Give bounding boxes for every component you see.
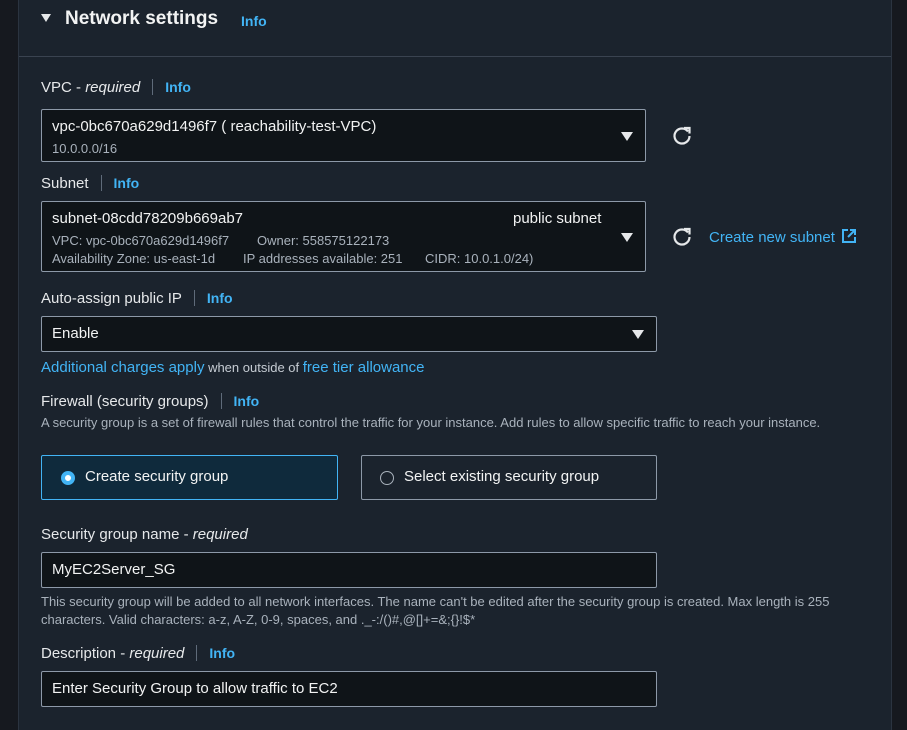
select-existing-security-group-label: Select existing security group	[404, 468, 600, 485]
firewall-info-link[interactable]: Info	[234, 393, 260, 409]
refresh-icon[interactable]	[671, 125, 693, 147]
subnet-info-link[interactable]: Info	[114, 175, 140, 191]
auto-ip-label-text: Auto-assign public IP	[41, 290, 182, 307]
subnet-cidr-line: CIDR: 10.0.1.0/24)	[425, 251, 534, 266]
select-existing-security-group-option[interactable]: Select existing security group	[361, 455, 657, 500]
divider	[196, 645, 198, 661]
dropdown-arrow-icon	[621, 132, 633, 141]
radio-button-icon[interactable]	[380, 471, 394, 485]
sg-name-required-text: required	[192, 526, 248, 543]
subnet-tag: public subnet	[513, 210, 602, 227]
section-header[interactable]: Network settings Info	[19, 0, 891, 57]
divider	[193, 290, 195, 306]
vpc-required-text: required	[85, 79, 141, 96]
subnet-vpc-line: VPC: vpc-0bc670a629d1496f7	[52, 233, 230, 248]
sg-name-label-text: Security group name -	[41, 526, 193, 543]
firewall-label-text: Firewall (security groups)	[41, 393, 209, 410]
vpc-label: VPC - required Info	[41, 79, 191, 96]
create-new-subnet-link[interactable]: Create new subnet	[709, 228, 857, 246]
vpc-cidr: 10.0.0.0/16	[52, 141, 118, 156]
divider	[100, 175, 102, 191]
divider	[152, 79, 154, 95]
vpc-label-text: VPC -	[41, 79, 86, 96]
description-label: Description - required Info	[41, 645, 235, 662]
vpc-select-value: vpc-0bc670a629d1496f7 ( reachability-tes…	[52, 118, 377, 135]
free-tier-link[interactable]: free tier allowance	[303, 359, 425, 376]
additional-charges-link[interactable]: Additional charges apply	[41, 359, 204, 376]
divider	[220, 393, 222, 409]
caret-down-icon[interactable]	[41, 14, 51, 22]
auto-ip-select[interactable]: Enable	[41, 316, 657, 352]
sg-name-help: This security group will be added to all…	[41, 594, 830, 627]
subnet-select-value: subnet-08cdd78209b669ab7	[52, 210, 244, 227]
description-info-link[interactable]: Info	[209, 645, 235, 661]
auto-ip-label: Auto-assign public IP Info	[41, 290, 233, 307]
subnet-select[interactable]: subnet-08cdd78209b669ab7 public subnet V…	[41, 201, 646, 272]
section-info-link[interactable]: Info	[241, 13, 267, 29]
create-new-subnet-text: Create new subnet	[709, 229, 835, 246]
external-link-icon	[842, 229, 857, 243]
create-security-group-option[interactable]: Create security group	[41, 455, 338, 500]
subnet-label: Subnet Info	[41, 175, 139, 192]
subnet-label-text: Subnet	[41, 175, 89, 192]
charges-note: Additional charges apply when outside of…	[41, 359, 424, 376]
sg-name-input[interactable]: MyEC2Server_SG	[41, 552, 657, 588]
subnet-az-line: Availability Zone: us-east-1d	[52, 251, 216, 266]
firewall-description: A security group is a set of firewall ru…	[41, 415, 821, 430]
description-input[interactable]: Enter Security Group to allow traffic to…	[41, 671, 657, 707]
subnet-owner-line: Owner: 558575122173	[257, 233, 390, 248]
charges-mid-text: when outside of	[204, 360, 303, 375]
radio-button-icon[interactable]	[61, 471, 75, 485]
auto-ip-value: Enable	[52, 325, 99, 342]
section-title: Network settings	[65, 8, 219, 29]
auto-ip-info-link[interactable]: Info	[207, 290, 233, 306]
dropdown-arrow-icon	[621, 233, 633, 242]
sg-name-label: Security group name - required	[41, 526, 248, 543]
description-required-text: required	[129, 645, 185, 662]
subnet-ip-line: IP addresses available: 251	[243, 251, 403, 266]
refresh-icon[interactable]	[671, 226, 693, 248]
vpc-select[interactable]: vpc-0bc670a629d1496f7 ( reachability-tes…	[41, 109, 646, 162]
network-settings-panel: Network settings Info VPC - required Info…	[18, 0, 892, 730]
description-label-text: Description -	[41, 645, 130, 662]
dropdown-arrow-icon	[632, 330, 644, 339]
vpc-info-link[interactable]: Info	[165, 79, 191, 95]
firewall-label: Firewall (security groups) Info	[41, 393, 259, 410]
create-security-group-label: Create security group	[85, 468, 229, 485]
